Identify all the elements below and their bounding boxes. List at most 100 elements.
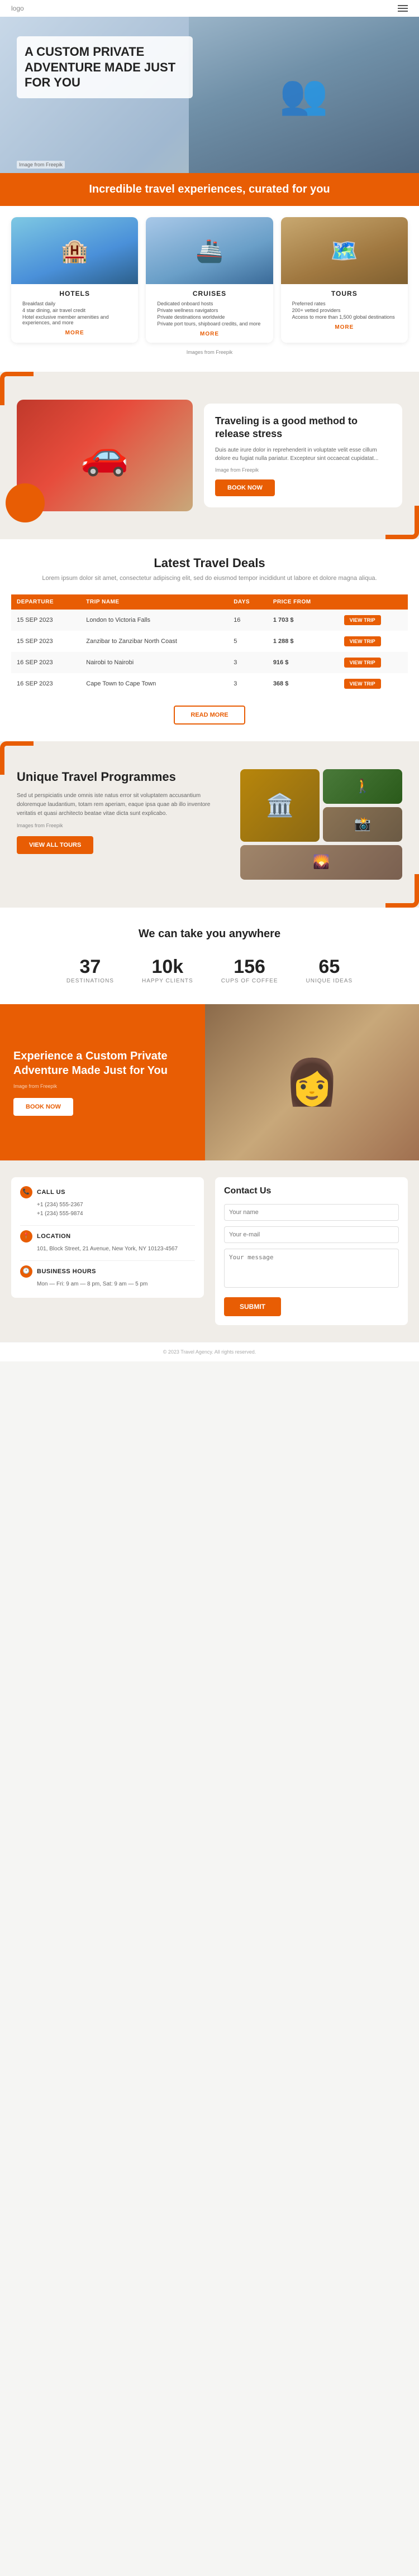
programme-image-3: 📸	[323, 807, 402, 842]
stress-credit: Image from Freepik	[215, 467, 391, 473]
tours-feature-1: Preferred rates	[287, 301, 402, 306]
cruises-more-link[interactable]: MORE	[151, 331, 267, 337]
cruises-feature-3: Private destinations worldwide	[151, 314, 267, 320]
programmes-credit: Images from Freepik	[17, 823, 227, 828]
programmes-view-all-button[interactable]: VIEW ALL TOURS	[17, 836, 93, 854]
cruises-feature-2: Private wellness navigators	[151, 308, 267, 313]
adventure-credit: Image from Freepik	[13, 1083, 192, 1089]
row4-days: 3	[228, 673, 268, 694]
stat-ideas-number: 65	[306, 956, 353, 978]
stat-coffee-label: CUPS OF COFFEE	[221, 978, 278, 984]
location-icon: 📍	[20, 1230, 32, 1243]
row1-price: 1 703 $	[268, 610, 339, 631]
stat-clients-number: 10k	[142, 956, 193, 978]
row1-departure: 15 SEP 2023	[11, 610, 80, 631]
cruises-card: 🚢 CRUISES Dedicated onboard hosts Privat…	[146, 217, 273, 343]
deals-row-2: 15 SEP 2023 Zanzibar to Zanzibar North C…	[11, 631, 408, 652]
programme-image-2: 🚶	[323, 769, 402, 804]
adventure-title: Experience a Custom Private Adventure Ma…	[13, 1049, 192, 1078]
deals-header-departure: DEPARTURE	[11, 594, 80, 610]
row4-trip: Cape Town to Cape Town	[80, 673, 228, 694]
row3-trip: Nairobi to Nairobi	[80, 652, 228, 673]
contact-info: 📞 CALL US +1 (234) 555-2367 +1 (234) 555…	[11, 1177, 204, 1325]
footer: © 2023 Travel Agency. All rights reserve…	[0, 1342, 419, 1361]
location-label: LOCATION	[37, 1233, 71, 1240]
cards-image-credit: Images from Freepik	[11, 349, 408, 355]
stat-destinations-number: 37	[66, 956, 114, 978]
contact-location: 📍 LOCATION 101, Block Street, 21 Avenue,…	[20, 1230, 195, 1254]
deals-read-more-button[interactable]: READ MORE	[174, 706, 245, 725]
submit-button[interactable]: SUBMIT	[224, 1297, 281, 1316]
stat-destinations-label: DESTINATIONS	[66, 978, 114, 984]
deals-header-trip: TRIP NAME	[80, 594, 228, 610]
row2-days: 5	[228, 631, 268, 652]
cruises-title: CRUISES	[151, 290, 267, 298]
deals-subtitle: Lorem ipsum dolor sit amet, consectetur …	[11, 574, 408, 583]
stress-body: Duis aute irure dolor in reprehenderit i…	[215, 446, 391, 463]
hotels-title: HOTELS	[17, 290, 132, 298]
cruises-feature-4: Private port tours, shipboard credits, a…	[151, 321, 267, 327]
adventure-section: Experience a Custom Private Adventure Ma…	[0, 1004, 419, 1160]
stat-coffee: 156 CUPS OF COFFEE	[221, 956, 278, 984]
contact-hours: 🕐 BUSINESS HOURS Mon — Fri: 9 am — 8 pm,…	[20, 1265, 195, 1289]
travel-deals-section: Latest Travel Deals Lorem ipsum dolor si…	[0, 539, 419, 741]
deals-row-4: 16 SEP 2023 Cape Town to Cape Town 3 368…	[11, 673, 408, 694]
hero-title: A CUSTOM PRIVATE ADVENTURE MADE JUST FOR…	[17, 36, 193, 98]
stress-title: Traveling is a good method to release st…	[215, 415, 391, 441]
row1-view-btn[interactable]: VIEW TRIP	[344, 615, 381, 625]
contact-form: Contact Us SUBMIT	[215, 1177, 408, 1325]
hours-label: BUSINESS HOURS	[37, 1268, 96, 1275]
deals-row-1: 15 SEP 2023 London to Victoria Falls 16 …	[11, 610, 408, 631]
hero-section: 👥 A CUSTOM PRIVATE ADVENTURE MADE JUST F…	[0, 17, 419, 173]
book-now-button[interactable]: BOOK NOW	[215, 479, 275, 496]
contact-call-us: 📞 CALL US +1 (234) 555-2367 +1 (234) 555…	[20, 1186, 195, 1219]
row1-trip: London to Victoria Falls	[80, 610, 228, 631]
name-field[interactable]	[224, 1204, 399, 1221]
deals-header-price: PRICE FROM	[268, 594, 339, 610]
hotels-more-link[interactable]: MORE	[17, 330, 132, 336]
tours-title: TOURS	[287, 290, 402, 298]
row3-departure: 16 SEP 2023	[11, 652, 80, 673]
deals-header-days: DAYS	[228, 594, 268, 610]
hotels-feature-2: 4 star dining, air travel credit	[17, 308, 132, 313]
email-field[interactable]	[224, 1226, 399, 1243]
logo: logo	[11, 4, 24, 12]
stat-coffee-number: 156	[221, 956, 278, 978]
hours-detail: Mon — Fri: 9 am — 8 pm, Sat: 9 am — 5 pm	[37, 1280, 195, 1289]
hamburger-menu[interactable]	[398, 5, 408, 12]
stat-clients: 10k HAPPY CLIENTS	[142, 956, 193, 984]
row3-view-btn[interactable]: VIEW TRIP	[344, 658, 381, 668]
row1-days: 16	[228, 610, 268, 631]
email-input[interactable]	[224, 1226, 399, 1243]
stats-title: We can take you anywhere	[11, 928, 408, 941]
programme-image-1: 🏛️	[240, 769, 320, 842]
call-us-detail: +1 (234) 555-2367 +1 (234) 555-9874	[37, 1201, 195, 1219]
deals-table: DEPARTURE TRIP NAME DAYS PRICE FROM 15 S…	[11, 594, 408, 694]
deals-title: Latest Travel Deals	[11, 556, 408, 570]
row2-trip: Zanzibar to Zanzibar North Coast	[80, 631, 228, 652]
tours-feature-2: 200+ vetted providers	[287, 308, 402, 313]
row2-departure: 15 SEP 2023	[11, 631, 80, 652]
row3-days: 3	[228, 652, 268, 673]
travel-stress-section: 🚗 Traveling is a good method to release …	[0, 372, 419, 539]
hotels-feature-1: Breakfast daily	[17, 301, 132, 306]
programmes-title: Unique Travel Programmes	[17, 769, 227, 785]
stats-section: We can take you anywhere 37 DESTINATIONS…	[0, 908, 419, 1004]
stat-ideas-label: UNIQUE IDEAS	[306, 978, 353, 984]
programmes-body: Sed ut perspiciatis unde omnis iste natu…	[17, 791, 227, 818]
orange-banner: Incredible travel experiences, curated f…	[0, 173, 419, 206]
footer-text: © 2023 Travel Agency. All rights reserve…	[163, 1349, 256, 1355]
adventure-book-button[interactable]: BOOK NOW	[13, 1098, 73, 1116]
location-detail: 101, Block Street, 21 Avenue, New York, …	[37, 1245, 195, 1254]
message-field[interactable]	[224, 1249, 399, 1291]
programme-image-4: 🌄	[240, 845, 402, 880]
cruises-feature-1: Dedicated onboard hosts	[151, 301, 267, 306]
row4-view-btn[interactable]: VIEW TRIP	[344, 679, 381, 689]
tours-more-link[interactable]: MORE	[287, 324, 402, 330]
row2-view-btn[interactable]: VIEW TRIP	[344, 636, 381, 646]
message-input[interactable]	[224, 1249, 399, 1288]
cards-section: 🏨 HOTELS Breakfast daily 4 star dining, …	[0, 206, 419, 372]
name-input[interactable]	[224, 1204, 399, 1221]
row2-price: 1 288 $	[268, 631, 339, 652]
stat-destinations: 37 DESTINATIONS	[66, 956, 114, 984]
